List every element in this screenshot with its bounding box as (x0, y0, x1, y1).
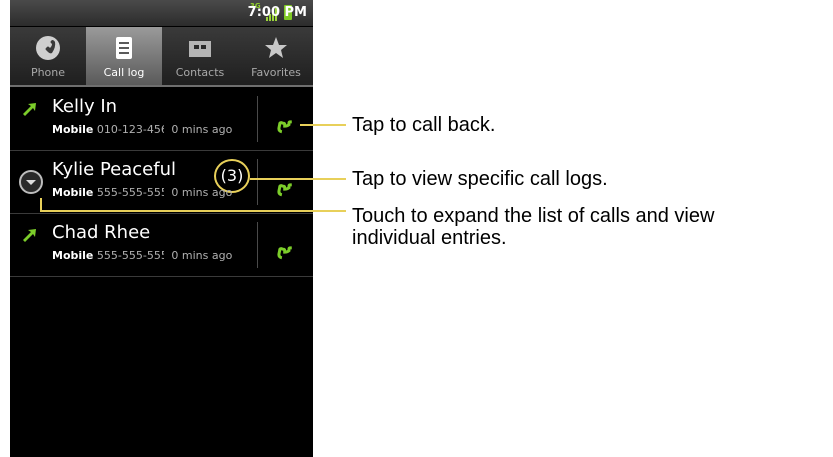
callout-line (40, 210, 346, 212)
call-log-row[interactable]: Chad Rhee Mobile 555-555-5555 0 mins ago (10, 214, 313, 277)
tab-label: Call log (103, 66, 145, 79)
tab-contacts[interactable]: Contacts (162, 27, 238, 85)
phone-icon (36, 36, 60, 60)
tab-call-log[interactable]: Call log (86, 27, 162, 85)
call-log-row[interactable]: Kelly In Mobile 010-123-4567 0 mins ago (10, 88, 313, 151)
callout-call-back: Tap to call back. (352, 114, 496, 136)
divider (257, 96, 258, 142)
tab-label: Phone (30, 66, 66, 79)
callout-line (300, 124, 346, 126)
tab-label: Contacts (175, 66, 225, 79)
divider (257, 159, 258, 205)
contact-name: Chad Rhee (52, 222, 151, 243)
divider (257, 222, 258, 268)
call-log-icon (116, 37, 132, 59)
incoming-call-arrow-icon (23, 229, 36, 242)
phone-number: 555-555-5555 (96, 249, 164, 262)
contacts-icon (189, 41, 211, 57)
tab-bar: Phone Call log Contacts Favorites (10, 27, 313, 87)
number-type: Mobile (52, 123, 94, 136)
incoming-call-arrow-icon (23, 103, 36, 116)
tab-favorites[interactable]: Favorites (238, 27, 313, 85)
expand-icon[interactable] (18, 169, 44, 195)
call-time: 0 mins ago (171, 249, 233, 262)
tab-label: Favorites (251, 66, 301, 79)
call-back-button[interactable] (268, 104, 302, 134)
call-log-row[interactable]: Kylie Peaceful (3) Mobile 555-555-5555 0… (10, 151, 313, 214)
callout-line (40, 198, 46, 210)
star-icon (265, 37, 287, 58)
call-time: 0 mins ago (171, 123, 233, 136)
phone-number: 555-555-5555 (96, 186, 164, 199)
call-back-button[interactable] (268, 230, 302, 260)
contact-name: Kylie Peaceful (52, 159, 176, 180)
contact-name: Kelly In (52, 96, 118, 117)
status-time: 7:00 PM (247, 5, 307, 20)
number-type: Mobile (52, 249, 94, 262)
call-detail: Mobile 555-555-5555 0 mins ago (52, 249, 258, 262)
call-time: 0 mins ago (171, 186, 233, 199)
callout-view-logs: Tap to view specific call logs. (352, 168, 608, 190)
call-back-button[interactable] (268, 167, 302, 197)
phone-number: 010-123-4567 (96, 123, 164, 136)
callout-expand-line1: Touch to expand the list of calls and vi… (352, 205, 715, 227)
callout-line (250, 178, 346, 180)
phone-screen: 3G 7:00 PM Phone Call log Contacts Favor… (10, 0, 313, 457)
call-detail: Mobile 010-123-4567 0 mins ago (52, 123, 258, 136)
status-bar: 3G 7:00 PM (10, 0, 313, 26)
callout-expand-line2: individual entries. (352, 227, 507, 249)
call-detail: Mobile 555-555-5555 0 mins ago (52, 186, 258, 199)
tab-phone[interactable]: Phone (10, 27, 86, 85)
number-type: Mobile (52, 186, 94, 199)
